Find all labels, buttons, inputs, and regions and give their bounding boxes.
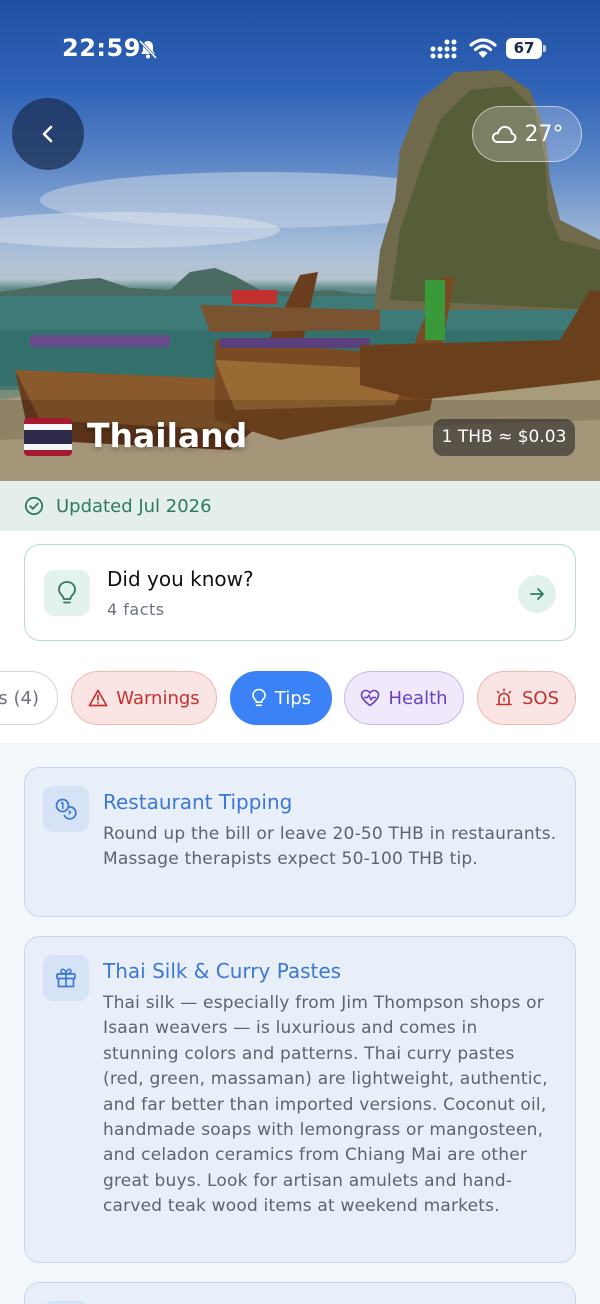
signal-icon xyxy=(430,39,457,59)
tip-icon-box xyxy=(43,786,89,832)
did-you-know-icon-box xyxy=(44,570,90,616)
warning-triangle-icon xyxy=(88,689,108,707)
check-circle-icon xyxy=(24,496,44,516)
status-time: 22:59 xyxy=(62,34,141,62)
tip-card[interactable]: Restaurant Tipping Round up the bill or … xyxy=(24,767,576,917)
tab-health[interactable]: Health xyxy=(344,671,464,725)
did-you-know-card[interactable]: Did you know? 4 facts xyxy=(24,544,576,641)
lightbulb-icon xyxy=(58,581,76,604)
tip-card[interactable] xyxy=(24,1282,576,1304)
tab-tips[interactable]: Tips xyxy=(230,671,332,725)
thailand-flag-icon xyxy=(24,418,72,456)
tab-warnings[interactable]: Warnings xyxy=(71,671,217,725)
tab-all-label: s (4) xyxy=(0,687,39,709)
cloud-icon xyxy=(491,125,516,143)
country-title: Thailand xyxy=(87,416,248,455)
flag-stripe xyxy=(24,450,72,456)
gift-icon xyxy=(56,968,76,988)
tab-health-label: Health xyxy=(388,687,448,709)
tab-warnings-label: Warnings xyxy=(116,687,200,709)
bell-muted-icon xyxy=(138,39,158,60)
battery-level: 67 xyxy=(506,38,542,59)
tab-sos[interactable]: SOS xyxy=(477,671,576,725)
coins-icon xyxy=(55,798,77,820)
siren-icon xyxy=(496,688,512,706)
heart-pulse-icon xyxy=(361,689,380,707)
tip-body: Round up the bill or leave 20-50 THB in … xyxy=(103,824,557,870)
did-you-know-arrow-button[interactable] xyxy=(518,575,556,613)
tab-sos-label: SOS xyxy=(521,687,560,709)
tip-card[interactable]: Thai Silk & Curry Pastes Thai silk — esp… xyxy=(24,936,576,1263)
did-you-know-count: 4 facts xyxy=(107,600,165,619)
updated-label: Updated Jul 2026 xyxy=(56,495,212,517)
chevron-left-icon xyxy=(42,125,53,143)
weather-temperature: 27° xyxy=(524,121,564,147)
currency-rate-badge: 1 THB ≈ $0.03 xyxy=(433,419,575,456)
tip-title: Restaurant Tipping xyxy=(103,790,293,814)
arrow-right-icon xyxy=(530,588,544,600)
did-you-know-title: Did you know? xyxy=(107,567,254,591)
tab-all[interactable]: s (4) xyxy=(0,671,58,725)
battery-indicator: 67 xyxy=(506,38,546,59)
tip-title: Thai Silk & Curry Pastes xyxy=(103,959,342,983)
tab-tips-label: Tips xyxy=(274,687,312,709)
tip-icon-box xyxy=(43,955,89,1001)
updated-banner: Updated Jul 2026 xyxy=(0,481,600,531)
battery-cap xyxy=(543,45,546,52)
wifi-icon xyxy=(469,38,497,58)
back-button[interactable] xyxy=(12,98,84,170)
hero-image: 22:59 67 27° Thailand 1 THB ≈ $0.03 xyxy=(0,0,600,481)
lightbulb-icon xyxy=(252,688,266,707)
flag-stripe xyxy=(24,430,72,444)
tip-body: Thai silk — especially from Jim Thompson… xyxy=(103,993,548,1217)
status-bar: 22:59 67 xyxy=(0,0,600,96)
weather-badge[interactable]: 27° xyxy=(472,106,582,162)
